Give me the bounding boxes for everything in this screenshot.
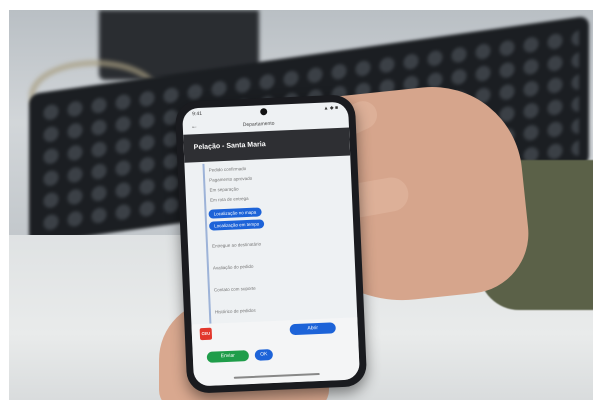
list-item[interactable]: Histórico de pedidos — [215, 308, 256, 318]
top-label: Departamento — [242, 120, 275, 129]
bottom-panel: CEU Abrir Enviar OK — [191, 317, 360, 387]
photo-scene: 9:41 ▲ ◆ ■ ← Departamento Pelação - Sant… — [9, 10, 593, 400]
timeline-item: Pagamento aprovado — [209, 175, 253, 183]
timeline-item: Em separação — [209, 186, 239, 193]
header-title: Pelação - Santa Maria — [193, 141, 266, 152]
open-button[interactable]: Abrir — [289, 322, 336, 336]
status-icons: ▲ ◆ ■ — [323, 104, 339, 112]
ok-button[interactable]: OK — [254, 349, 274, 361]
timeline-list: Pedido confirmado Pagamento aprovado Em … — [184, 157, 357, 324]
status-time: 9:41 — [192, 110, 203, 118]
list-item[interactable]: Entregue ao destinatário — [212, 241, 261, 251]
app-header: Pelação - Santa Maria — [183, 127, 351, 163]
back-arrow-icon[interactable]: ← — [191, 123, 198, 130]
timeline-item: Em rota de entrega — [209, 195, 249, 203]
live-location-button[interactable]: Localização em tempo — [208, 219, 265, 231]
smartphone: 9:41 ▲ ◆ ■ ← Departamento Pelação - Sant… — [174, 94, 368, 394]
list-item[interactable]: Avaliação do pedido — [213, 264, 254, 274]
home-indicator[interactable] — [233, 372, 320, 379]
map-location-button[interactable]: Localização no mapa — [208, 207, 262, 219]
list-item[interactable]: Contato com suporte — [214, 286, 256, 296]
phone-screen: 9:41 ▲ ◆ ■ ← Departamento Pelação - Sant… — [182, 101, 360, 387]
brand-logo: CEU — [199, 327, 213, 341]
camera-icon — [260, 108, 268, 116]
send-button[interactable]: Enviar — [206, 350, 250, 363]
timeline-item: Pedido confirmado — [208, 166, 247, 173]
